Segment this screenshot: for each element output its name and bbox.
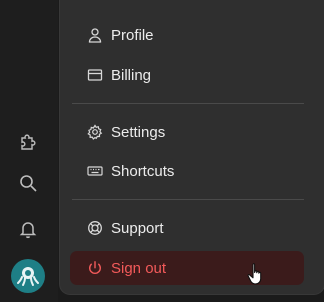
menu-item-label: Billing [111,66,152,84]
lifebuoy-icon [87,220,103,236]
menu-divider [72,103,304,104]
credit-card-icon [87,67,103,83]
menu-divider [72,199,304,200]
menu-item-label: Settings [111,123,166,141]
avatar[interactable] [11,259,45,293]
menu-item-sign-out[interactable]: Sign out [70,251,304,285]
bell-icon[interactable] [17,218,39,240]
menu-item-label: Shortcuts [111,162,175,180]
menu-item-shortcuts[interactable]: Shortcuts [70,154,304,188]
gear-icon [87,124,103,140]
menu-item-label: Sign out [111,259,167,277]
menu-item-label: Support [111,219,164,237]
menu-item-billing[interactable]: Billing [70,58,304,92]
menu-item-profile[interactable]: Profile [70,18,304,52]
puzzle-icon[interactable] [17,131,39,153]
menu-item-support[interactable]: Support [70,211,304,245]
keyboard-icon [87,163,103,179]
octopus-logo-icon [17,267,39,286]
menu-item-label: Profile [111,26,154,44]
account-dropdown-menu: Profile Billing Settings Shortcuts Suppo… [60,0,324,294]
hand-pointer-cursor-icon [247,263,262,285]
sidebar-rail [0,0,58,302]
user-icon [87,27,103,43]
search-icon[interactable] [17,172,39,194]
menu-item-settings[interactable]: Settings [70,115,304,149]
power-icon [87,260,103,276]
